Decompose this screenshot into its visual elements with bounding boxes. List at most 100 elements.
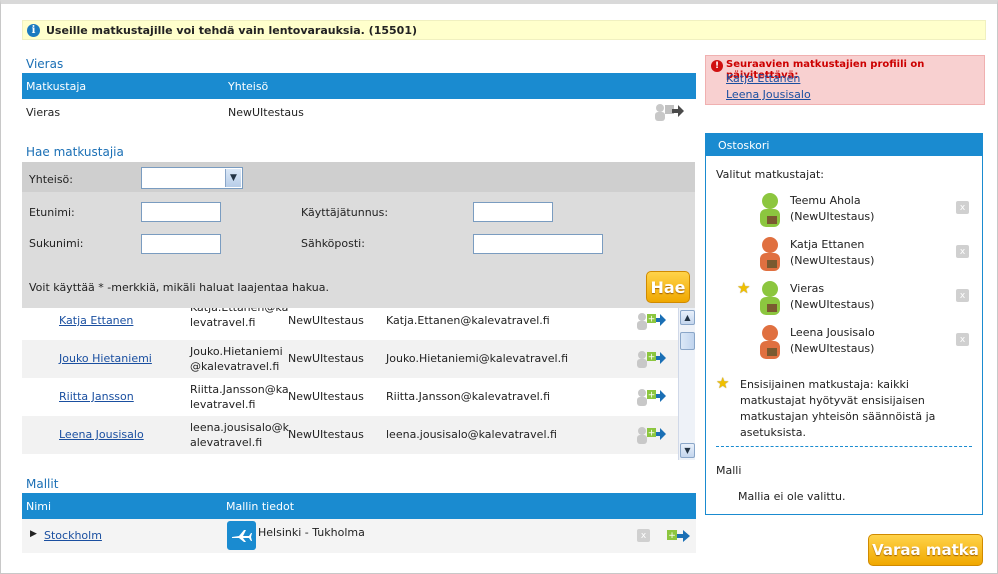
search-button[interactable]: Hae xyxy=(646,271,690,303)
alert-icon: ! xyxy=(711,60,723,72)
result-email: Jouko.Hietaniemi@kalevatravel.fi xyxy=(386,352,568,365)
result-name-link[interactable]: Jouko Hietaniemi xyxy=(59,352,152,365)
results-list: Katja Ettanen Katja.Ettanen@kalevatravel… xyxy=(22,308,695,460)
airplane-icon xyxy=(227,521,256,550)
scroll-thumb[interactable] xyxy=(680,332,695,350)
info-text: Useille matkustajille voi tehdä vain len… xyxy=(46,23,417,37)
result-email: leena.jousisalo@kalevatravel.fi xyxy=(386,428,557,441)
email-label: Sähköposti: xyxy=(301,237,365,250)
result-name-link[interactable]: Leena Jousisalo xyxy=(59,428,144,441)
avatar xyxy=(760,281,780,315)
scroll-down-icon[interactable]: ▼ xyxy=(680,443,695,458)
selected-travelers-label: Valitut matkustajat: xyxy=(716,168,824,181)
primary-star-icon: ★ xyxy=(737,279,751,297)
remove-traveler-icon[interactable]: x xyxy=(956,201,969,214)
email-input[interactable] xyxy=(473,234,603,254)
result-username: leena.jousisalo@kalevatravel.fi xyxy=(190,421,289,449)
book-trip-button[interactable]: Varaa matka xyxy=(868,534,983,566)
result-organization: NewUItestaus xyxy=(288,352,364,365)
firstname-label: Etunimi: xyxy=(29,206,75,219)
col-template-details: Mallin tiedot xyxy=(226,499,295,513)
search-panel-shade xyxy=(22,162,695,192)
search-hint: Voit käyttää * -merkkiä, mikäli haluat l… xyxy=(29,281,329,294)
chevron-down-icon[interactable]: ▼ xyxy=(225,169,241,187)
org-select[interactable]: ▼ xyxy=(141,167,243,189)
template-details: Helsinki - Tukholma xyxy=(258,526,365,539)
primary-note: Ensisijainen matkustaja: kaikki matkusta… xyxy=(740,378,936,439)
lastname-label: Sukunimi: xyxy=(29,237,84,250)
cart-traveler-org: (NewUItestaus) xyxy=(790,342,875,355)
cart-traveler-name: Teemu Ahola xyxy=(790,194,861,207)
result-row: Katja Ettanen Katja.Ettanen@kalevatravel… xyxy=(22,308,678,340)
remove-traveler-icon[interactable]: x xyxy=(956,333,969,346)
guest-organization: NewUItestaus xyxy=(228,105,304,119)
cart-traveler-org: (NewUItestaus) xyxy=(790,298,875,311)
result-username: Jouko.Hietaniemi@kalevatravel.fi xyxy=(190,345,283,373)
add-traveler-icon[interactable]: + xyxy=(634,425,666,445)
result-name-link[interactable]: Katja Ettanen xyxy=(59,314,133,327)
result-row: Jouko Hietaniemi Jouko.Hietaniemi@kaleva… xyxy=(22,340,678,378)
template-label: Malli xyxy=(716,464,742,477)
result-row: Leena Jousisalo leena.jousisalo@kalevatr… xyxy=(22,416,678,454)
add-traveler-icon[interactable]: + xyxy=(634,311,666,331)
cart-header: Ostoskori xyxy=(706,134,982,156)
svg-text:+: + xyxy=(648,391,656,401)
templates-section-title: Mallit xyxy=(26,477,59,491)
result-organization: NewUItestaus xyxy=(288,428,364,441)
username-label: Käyttäjätunnus: xyxy=(301,206,389,219)
templates-table-header: Nimi Mallin tiedot xyxy=(22,493,696,519)
guest-table-header: Matkustaja Yhteisö xyxy=(22,73,696,99)
template-row: ▶ Stockholm Helsinki - Tukholma x + xyxy=(22,519,696,553)
cart-divider xyxy=(716,446,972,447)
guest-traveler: Vieras xyxy=(26,105,61,119)
result-email: Riitta.Jansson@kalevatravel.fi xyxy=(386,390,551,403)
template-name-link[interactable]: Stockholm xyxy=(44,529,102,542)
info-icon: i xyxy=(27,23,40,37)
firstname-input[interactable] xyxy=(141,202,221,222)
add-traveler-icon[interactable]: + xyxy=(634,387,666,407)
warning-link[interactable]: Katja Ettanen xyxy=(726,72,800,85)
avatar xyxy=(760,193,780,227)
result-row: Riitta Jansson Riitta.Jansson@kalevatrav… xyxy=(22,378,678,416)
col-traveler: Matkustaja xyxy=(26,79,87,93)
svg-text:+: + xyxy=(648,353,656,363)
search-section-title: Hae matkustajia xyxy=(26,145,124,159)
template-value: Mallia ei ole valittu. xyxy=(738,490,846,503)
remove-template-icon[interactable]: x xyxy=(637,529,650,542)
result-username: Riitta.Jansson@kalevatravel.fi xyxy=(190,383,289,411)
info-bar: i Useille matkustajille voi tehdä vain l… xyxy=(22,20,986,40)
svg-text:+: + xyxy=(648,429,656,439)
cart-traveler-org: (NewUItestaus) xyxy=(790,210,875,223)
expand-arrow-icon[interactable]: ▶ xyxy=(30,529,37,539)
results-scrollbar[interactable]: ▲ ▼ xyxy=(678,308,695,460)
result-username: Katja.Ettanen@kalevatravel.fi xyxy=(190,308,288,329)
scroll-up-icon[interactable]: ▲ xyxy=(680,310,695,325)
primary-star-icon: ★ xyxy=(716,374,730,392)
username-input[interactable] xyxy=(473,202,553,222)
cart-traveler-org: (NewUItestaus) xyxy=(790,254,875,267)
svg-text:+: + xyxy=(668,531,676,541)
remove-traveler-icon[interactable]: x xyxy=(956,289,969,302)
col-organization: Yhteisö xyxy=(228,79,269,93)
result-organization: NewUItestaus xyxy=(288,314,364,327)
result-name-link[interactable]: Riitta Jansson xyxy=(59,390,134,403)
cart-traveler-name: Vieras xyxy=(790,282,825,295)
cart-traveler-name: Leena Jousisalo xyxy=(790,326,875,339)
add-template-icon[interactable]: + xyxy=(663,526,693,546)
guest-section-title: Vieras xyxy=(26,57,64,71)
add-traveler-icon[interactable] xyxy=(652,102,684,122)
col-name: Nimi xyxy=(26,499,52,513)
result-organization: NewUItestaus xyxy=(288,390,364,403)
add-traveler-icon[interactable]: + xyxy=(634,349,666,369)
avatar xyxy=(760,325,780,359)
remove-traveler-icon[interactable]: x xyxy=(956,245,969,258)
cart-traveler-name: Katja Ettanen xyxy=(790,238,865,251)
avatar xyxy=(760,237,780,271)
shopping-cart: Ostoskori Valitut matkustajat: Teemu Aho… xyxy=(705,133,983,515)
org-label: Yhteisö: xyxy=(29,173,73,186)
guest-row: Vieras NewUItestaus xyxy=(22,99,696,125)
svg-text:+: + xyxy=(648,315,656,325)
warning-link[interactable]: Leena Jousisalo xyxy=(726,88,811,101)
lastname-input[interactable] xyxy=(141,234,221,254)
profile-warning: ! Seuraavien matkustajien profiili on pä… xyxy=(705,55,985,105)
